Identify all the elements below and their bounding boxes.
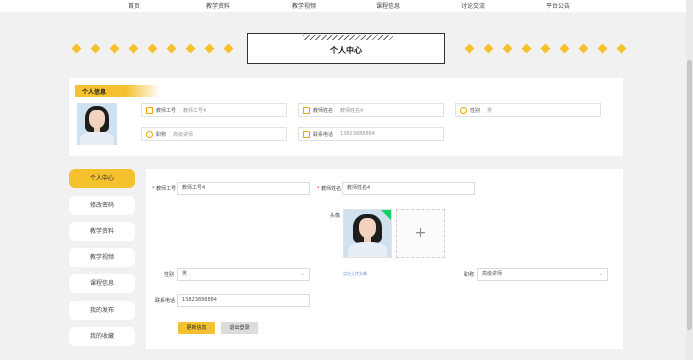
page-title-box: 个人中心 (247, 33, 445, 64)
sidebar-item-favorites[interactable]: 我的收藏 (69, 327, 135, 346)
diamond-decoration (204, 43, 215, 54)
nav-announcements[interactable]: 平台公告 (546, 1, 570, 10)
title-select[interactable]: 高级讲师 ⌄ (477, 268, 608, 281)
id-card-icon (303, 107, 310, 114)
chevron-down-icon: ⌄ (300, 271, 305, 277)
nav-materials[interactable]: 教学资料 (206, 1, 230, 10)
upload-hint[interactable]: 点击上传头像 (343, 271, 367, 277)
sidebar-item-my-posts[interactable]: 我的发布 (69, 301, 135, 320)
nav-home[interactable]: 首页 (128, 1, 140, 10)
diamond-decoration (597, 43, 608, 54)
diamond-decoration (578, 43, 589, 54)
logout-button[interactable]: 退出登录 (221, 322, 258, 334)
title-hatch-decoration (303, 35, 393, 40)
diamond-decoration (540, 43, 551, 54)
page-title: 个人中心 (330, 46, 362, 55)
sidebar-item-videos[interactable]: 教学视频 (69, 248, 135, 267)
avatar-label: 头像 (330, 213, 341, 219)
id-card-icon (146, 107, 153, 114)
title-label: 职称 (464, 272, 475, 278)
diamond-decoration (90, 43, 101, 54)
diamond-decoration (71, 43, 82, 54)
info-phone: 联系电话 13823888884 (298, 127, 444, 141)
diamond-decoration (464, 43, 475, 54)
teacher-name-input[interactable]: 教师姓名4 (342, 182, 475, 195)
diamond-decoration (559, 43, 570, 54)
avatar (77, 103, 117, 145)
personal-info-title: 个人信息 (82, 89, 107, 96)
top-nav: 首页 教学资料 教学视频 课程信息 讨论交流 平台公告 (0, 0, 693, 12)
scrollbar-thumb[interactable] (687, 60, 692, 330)
info-gender: 性别 男 (455, 103, 601, 117)
badge-icon (146, 131, 153, 138)
avatar-preview[interactable] (343, 209, 392, 258)
diamond-decoration (502, 43, 513, 54)
info-teacher-id: 教师工号 教师工号4 (141, 103, 287, 117)
nav-courses[interactable]: 课程信息 (376, 1, 400, 10)
chevron-down-icon: ⌄ (598, 271, 603, 277)
upload-add-button[interactable]: + (396, 209, 445, 258)
title-select-value: 高级讲师 (482, 271, 503, 277)
diamond-decoration (483, 43, 494, 54)
diamond-decoration (616, 43, 627, 54)
sidebar-item-materials[interactable]: 教学资料 (69, 222, 135, 241)
info-teacher-name: 教师姓名 教师姓名4 (298, 103, 444, 117)
sidebar-item-personal-center[interactable]: 个人中心 (69, 169, 135, 188)
phone-icon (303, 131, 310, 138)
plus-icon: + (414, 225, 427, 241)
nav-discussion[interactable]: 讨论交流 (461, 1, 485, 10)
sidebar-item-change-password[interactable]: 修改密码 (69, 196, 135, 215)
diamond-decoration (166, 43, 177, 54)
teacher-id-input[interactable]: 教师工号4 (177, 182, 310, 195)
teacher-name-label: * 教师姓名 (317, 186, 342, 192)
sidebar-item-courses[interactable]: 课程信息 (69, 274, 135, 293)
teacher-id-label: * 教师工号 (152, 186, 177, 192)
diamond-decoration (223, 43, 234, 54)
profile-form-panel (146, 169, 623, 349)
diamond-decoration (185, 43, 196, 54)
diamond-decoration (147, 43, 158, 54)
info-title: 职称 高级讲师 (141, 127, 287, 141)
check-icon (381, 210, 391, 220)
user-icon (460, 107, 467, 114)
personal-info-header: 个人信息 (75, 85, 160, 97)
phone-label: 联系电话 (155, 298, 176, 304)
gender-select[interactable]: 男 ⌄ (177, 268, 310, 281)
gender-select-value: 男 (182, 271, 188, 277)
diamond-decoration (109, 43, 120, 54)
nav-videos[interactable]: 教学视频 (292, 1, 316, 10)
gender-label: 性别 (164, 272, 175, 278)
update-info-button[interactable]: 更新信息 (178, 322, 215, 334)
diamond-decoration (521, 43, 532, 54)
scrollbar[interactable] (686, 0, 693, 360)
diamond-decoration (128, 43, 139, 54)
phone-input[interactable]: 13823888884 (177, 294, 310, 307)
